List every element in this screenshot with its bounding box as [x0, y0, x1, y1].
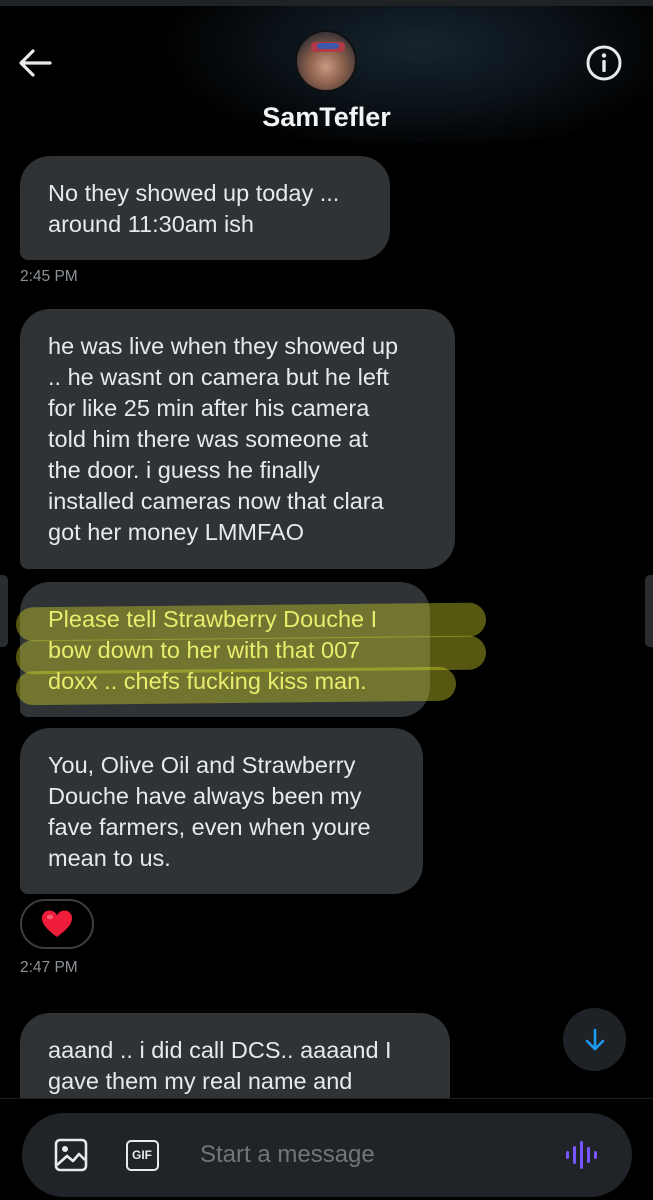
message-timestamp: 2:47 PM — [20, 959, 78, 976]
info-circle-icon — [586, 45, 622, 81]
voice-wave-icon — [566, 1141, 597, 1169]
heart-icon — [42, 910, 72, 937]
voice-message-button[interactable] — [562, 1135, 602, 1175]
media-button[interactable] — [51, 1135, 91, 1175]
message-input[interactable] — [200, 1133, 550, 1177]
heart-reaction[interactable] — [20, 899, 94, 949]
avatar[interactable] — [295, 30, 357, 92]
gif-button[interactable]: GIF — [122, 1135, 162, 1175]
message-thread[interactable]: No they showed up today ... around 11:30… — [0, 143, 653, 1098]
edge-handle-left — [0, 575, 8, 647]
scroll-to-bottom-button[interactable] — [563, 1008, 626, 1071]
message-text: Please tell Strawberry Douche I bow down… — [48, 606, 378, 694]
message-text: You, Olive Oil and Strawberry Douche hav… — [48, 752, 371, 871]
message-text: No they showed up today ... around 11:30… — [48, 180, 340, 237]
message-bubble-highlighted[interactable]: Please tell Strawberry Douche I bow down… — [15, 582, 487, 717]
message-timestamp: 2:45 PM — [20, 268, 78, 285]
gif-label: GIF — [132, 1148, 152, 1162]
back-button[interactable] — [16, 44, 54, 82]
message-bubble[interactable]: You, Olive Oil and Strawberry Douche hav… — [20, 728, 423, 894]
message-text: aaand .. i did call DCS.. aaaand I gave … — [48, 1037, 392, 1094]
conversation-info-button[interactable] — [585, 44, 623, 82]
image-icon — [54, 1138, 88, 1172]
message-bubble[interactable]: No they showed up today ... around 11:30… — [20, 156, 390, 260]
composer-bar: GIF — [0, 1098, 653, 1200]
arrow-down-icon — [585, 1028, 604, 1050]
message-composer: GIF — [22, 1113, 632, 1197]
gif-icon: GIF — [125, 1139, 159, 1171]
message-bubble[interactable]: aaand .. i did call DCS.. aaaand I gave … — [20, 1013, 450, 1098]
arrow-left-icon — [19, 49, 52, 77]
edge-handle-right — [645, 575, 653, 647]
message-bubble[interactable]: he was live when they showed up .. he wa… — [20, 309, 455, 569]
contact-name[interactable]: SamTefler — [0, 102, 653, 133]
message-text: he was live when they showed up .. he wa… — [48, 333, 399, 545]
conversation-header: SamTefler — [0, 0, 653, 143]
